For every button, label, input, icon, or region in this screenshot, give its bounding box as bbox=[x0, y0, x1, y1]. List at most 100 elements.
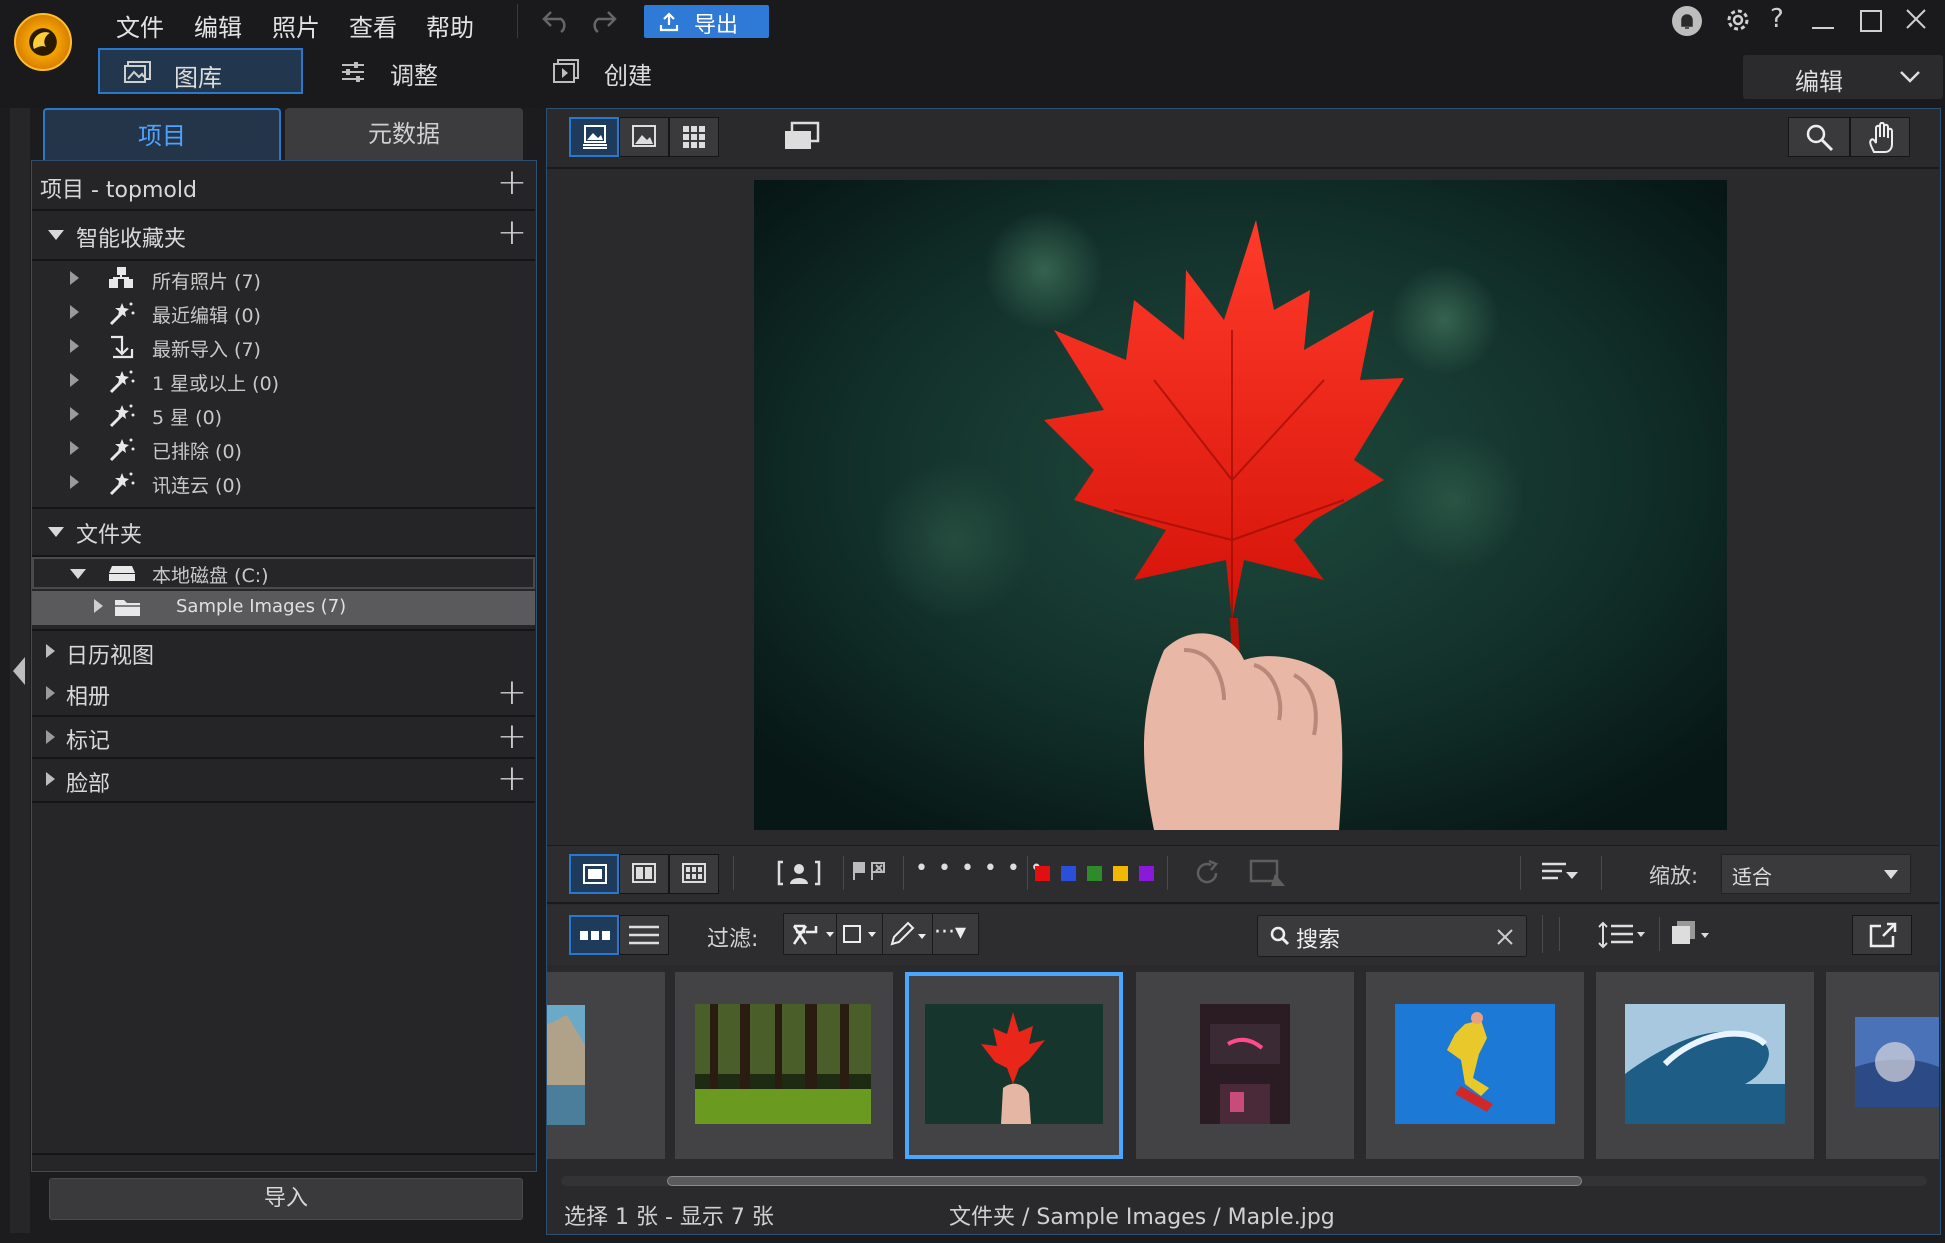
maximize-icon[interactable] bbox=[1860, 10, 1882, 32]
rating-dots-icon[interactable]: •••••• bbox=[915, 856, 1053, 881]
tab-library[interactable]: 图库 bbox=[98, 48, 303, 94]
add-smart-folder-icon[interactable]: + bbox=[497, 215, 527, 251]
external-link-icon bbox=[1869, 922, 1897, 948]
drive-item[interactable]: 本地磁盘 (C:) bbox=[32, 557, 535, 589]
multi-layout-button[interactable] bbox=[669, 854, 719, 894]
collapse-panel-arrow-icon[interactable] bbox=[13, 657, 25, 685]
minimize-icon[interactable] bbox=[1812, 27, 1834, 29]
toolbar-separator bbox=[1659, 917, 1660, 951]
smart-folder-item[interactable]: 最近编辑 (0) bbox=[32, 297, 535, 331]
zoom-tool-button[interactable] bbox=[1788, 117, 1850, 157]
open-external-button[interactable] bbox=[1852, 915, 1912, 955]
filmstrip-view-button[interactable] bbox=[569, 915, 619, 955]
undo-icon[interactable] bbox=[541, 8, 573, 34]
edit-dropdown[interactable]: 编辑 bbox=[1743, 55, 1943, 99]
color-label-blue[interactable] bbox=[1061, 866, 1076, 881]
smart-folder-item[interactable]: 讯连云 (0) bbox=[32, 467, 535, 501]
folders-header[interactable]: 文件夹 bbox=[32, 507, 535, 557]
tab-project[interactable]: 项目 bbox=[43, 108, 281, 160]
compare-layout-button[interactable] bbox=[619, 854, 669, 894]
add-face-icon[interactable]: + bbox=[497, 761, 527, 797]
edit-filter-icon[interactable] bbox=[888, 920, 932, 948]
folders-title: 文件夹 bbox=[76, 523, 143, 548]
menu-view[interactable]: 查看 bbox=[349, 8, 397, 43]
app-logo bbox=[14, 13, 72, 71]
grid-view-button[interactable] bbox=[669, 117, 719, 157]
folder-item-sample-images[interactable]: Sample Images (7) bbox=[32, 591, 535, 625]
tags-title: 标记 bbox=[66, 729, 111, 754]
thumbnail[interactable] bbox=[547, 972, 665, 1159]
color-label-yellow[interactable] bbox=[1113, 866, 1128, 881]
tab-create[interactable]: 创建 bbox=[552, 48, 712, 94]
second-display-icon[interactable] bbox=[782, 121, 822, 153]
clear-search-icon[interactable] bbox=[1496, 928, 1514, 946]
pan-tool-button[interactable] bbox=[1850, 117, 1910, 157]
sort-menu-icon[interactable] bbox=[1540, 860, 1580, 884]
selection-status: 选择 1 张 - 显示 7 张 bbox=[564, 1205, 774, 1230]
search-input[interactable]: 搜索 bbox=[1296, 922, 1340, 954]
thumbnail[interactable] bbox=[1136, 972, 1354, 1159]
thumbnail[interactable] bbox=[1826, 972, 1939, 1159]
search-box[interactable]: 搜索 bbox=[1257, 915, 1527, 957]
line-spacing-icon[interactable] bbox=[1597, 921, 1649, 949]
add-project-icon[interactable]: + bbox=[497, 165, 527, 201]
list-view-button[interactable] bbox=[619, 915, 669, 955]
full-view-button[interactable] bbox=[619, 117, 669, 157]
smart-folder-item[interactable]: 1 星或以上 (0) bbox=[32, 365, 535, 399]
tab-adjust[interactable]: 调整 bbox=[340, 48, 500, 94]
filter-label: 过滤: bbox=[707, 927, 759, 952]
toolbar-separator bbox=[1559, 917, 1560, 951]
smart-folder-item[interactable]: 最新导入 (7) bbox=[32, 331, 535, 365]
filmstrip-scrollbar-thumb[interactable] bbox=[667, 1176, 1582, 1186]
albums-section[interactable]: 相册 + bbox=[32, 673, 535, 717]
smart-folder-item[interactable]: 5 星 (0) bbox=[32, 399, 535, 433]
thumbnail[interactable] bbox=[675, 972, 893, 1159]
thumbnail[interactable] bbox=[1596, 972, 1814, 1159]
faces-section[interactable]: 脸部 + bbox=[32, 759, 535, 803]
menu-edit[interactable]: 编辑 bbox=[194, 8, 242, 43]
stack-icon[interactable] bbox=[1669, 919, 1717, 949]
notification-bell-icon[interactable] bbox=[1672, 6, 1702, 36]
thumbnail-selected[interactable] bbox=[905, 972, 1123, 1159]
hand-icon bbox=[1869, 122, 1893, 153]
add-tag-icon[interactable]: + bbox=[497, 719, 527, 755]
project-header: 项目 - topmold + bbox=[32, 161, 535, 211]
menu-photo[interactable]: 照片 bbox=[272, 8, 320, 43]
filmstrip bbox=[547, 967, 1939, 1186]
zoom-select[interactable]: 适合 bbox=[1721, 854, 1911, 894]
expanded-arrow-icon bbox=[70, 569, 86, 579]
smart-folder-item[interactable]: 已排除 (0) bbox=[32, 433, 535, 467]
flag-icon[interactable] bbox=[852, 860, 892, 884]
single-view-button[interactable] bbox=[569, 117, 619, 157]
color-label-green[interactable] bbox=[1087, 866, 1102, 881]
tags-section[interactable]: 标记 + bbox=[32, 717, 535, 759]
color-label-red[interactable] bbox=[1035, 866, 1050, 881]
menu-help[interactable]: 帮助 bbox=[426, 8, 474, 43]
expand-arrow-icon bbox=[70, 475, 79, 489]
add-album-icon[interactable]: + bbox=[497, 675, 527, 711]
file-path: 文件夹 / Sample Images / Maple.jpg bbox=[949, 1205, 1335, 1230]
smart-folders-header[interactable]: 智能收藏夹 + bbox=[32, 211, 535, 261]
export-button[interactable]: 导出 bbox=[644, 5, 769, 38]
collapsed-arrow-icon bbox=[46, 644, 55, 658]
single-layout-button[interactable] bbox=[569, 854, 619, 894]
face-detect-icon[interactable] bbox=[777, 858, 821, 888]
rotate-icon[interactable] bbox=[1192, 858, 1222, 888]
color-label-purple[interactable] bbox=[1139, 866, 1154, 881]
thumbnail[interactable] bbox=[1366, 972, 1584, 1159]
help-icon[interactable]: ? bbox=[1770, 4, 1784, 34]
menu-file[interactable]: 文件 bbox=[116, 8, 164, 43]
close-icon[interactable] bbox=[1904, 7, 1928, 31]
rating-filter-icon[interactable] bbox=[842, 922, 882, 946]
expanded-arrow-icon bbox=[48, 230, 64, 240]
calendar-view-section[interactable]: 日历视图 bbox=[32, 629, 535, 675]
flag-filter-icon[interactable] bbox=[790, 922, 834, 946]
more-filters-icon[interactable]: ···▾ bbox=[934, 920, 966, 945]
redo-icon[interactable] bbox=[586, 8, 618, 34]
import-button[interactable]: 导入 bbox=[49, 1178, 523, 1220]
settings-gear-icon[interactable] bbox=[1723, 5, 1753, 35]
crop-icon[interactable] bbox=[1249, 858, 1287, 888]
smart-folders-title: 智能收藏夹 bbox=[76, 227, 187, 252]
tab-metadata[interactable]: 元数据 bbox=[285, 108, 523, 160]
smart-folder-item[interactable]: 所有照片 (7) bbox=[32, 263, 535, 297]
